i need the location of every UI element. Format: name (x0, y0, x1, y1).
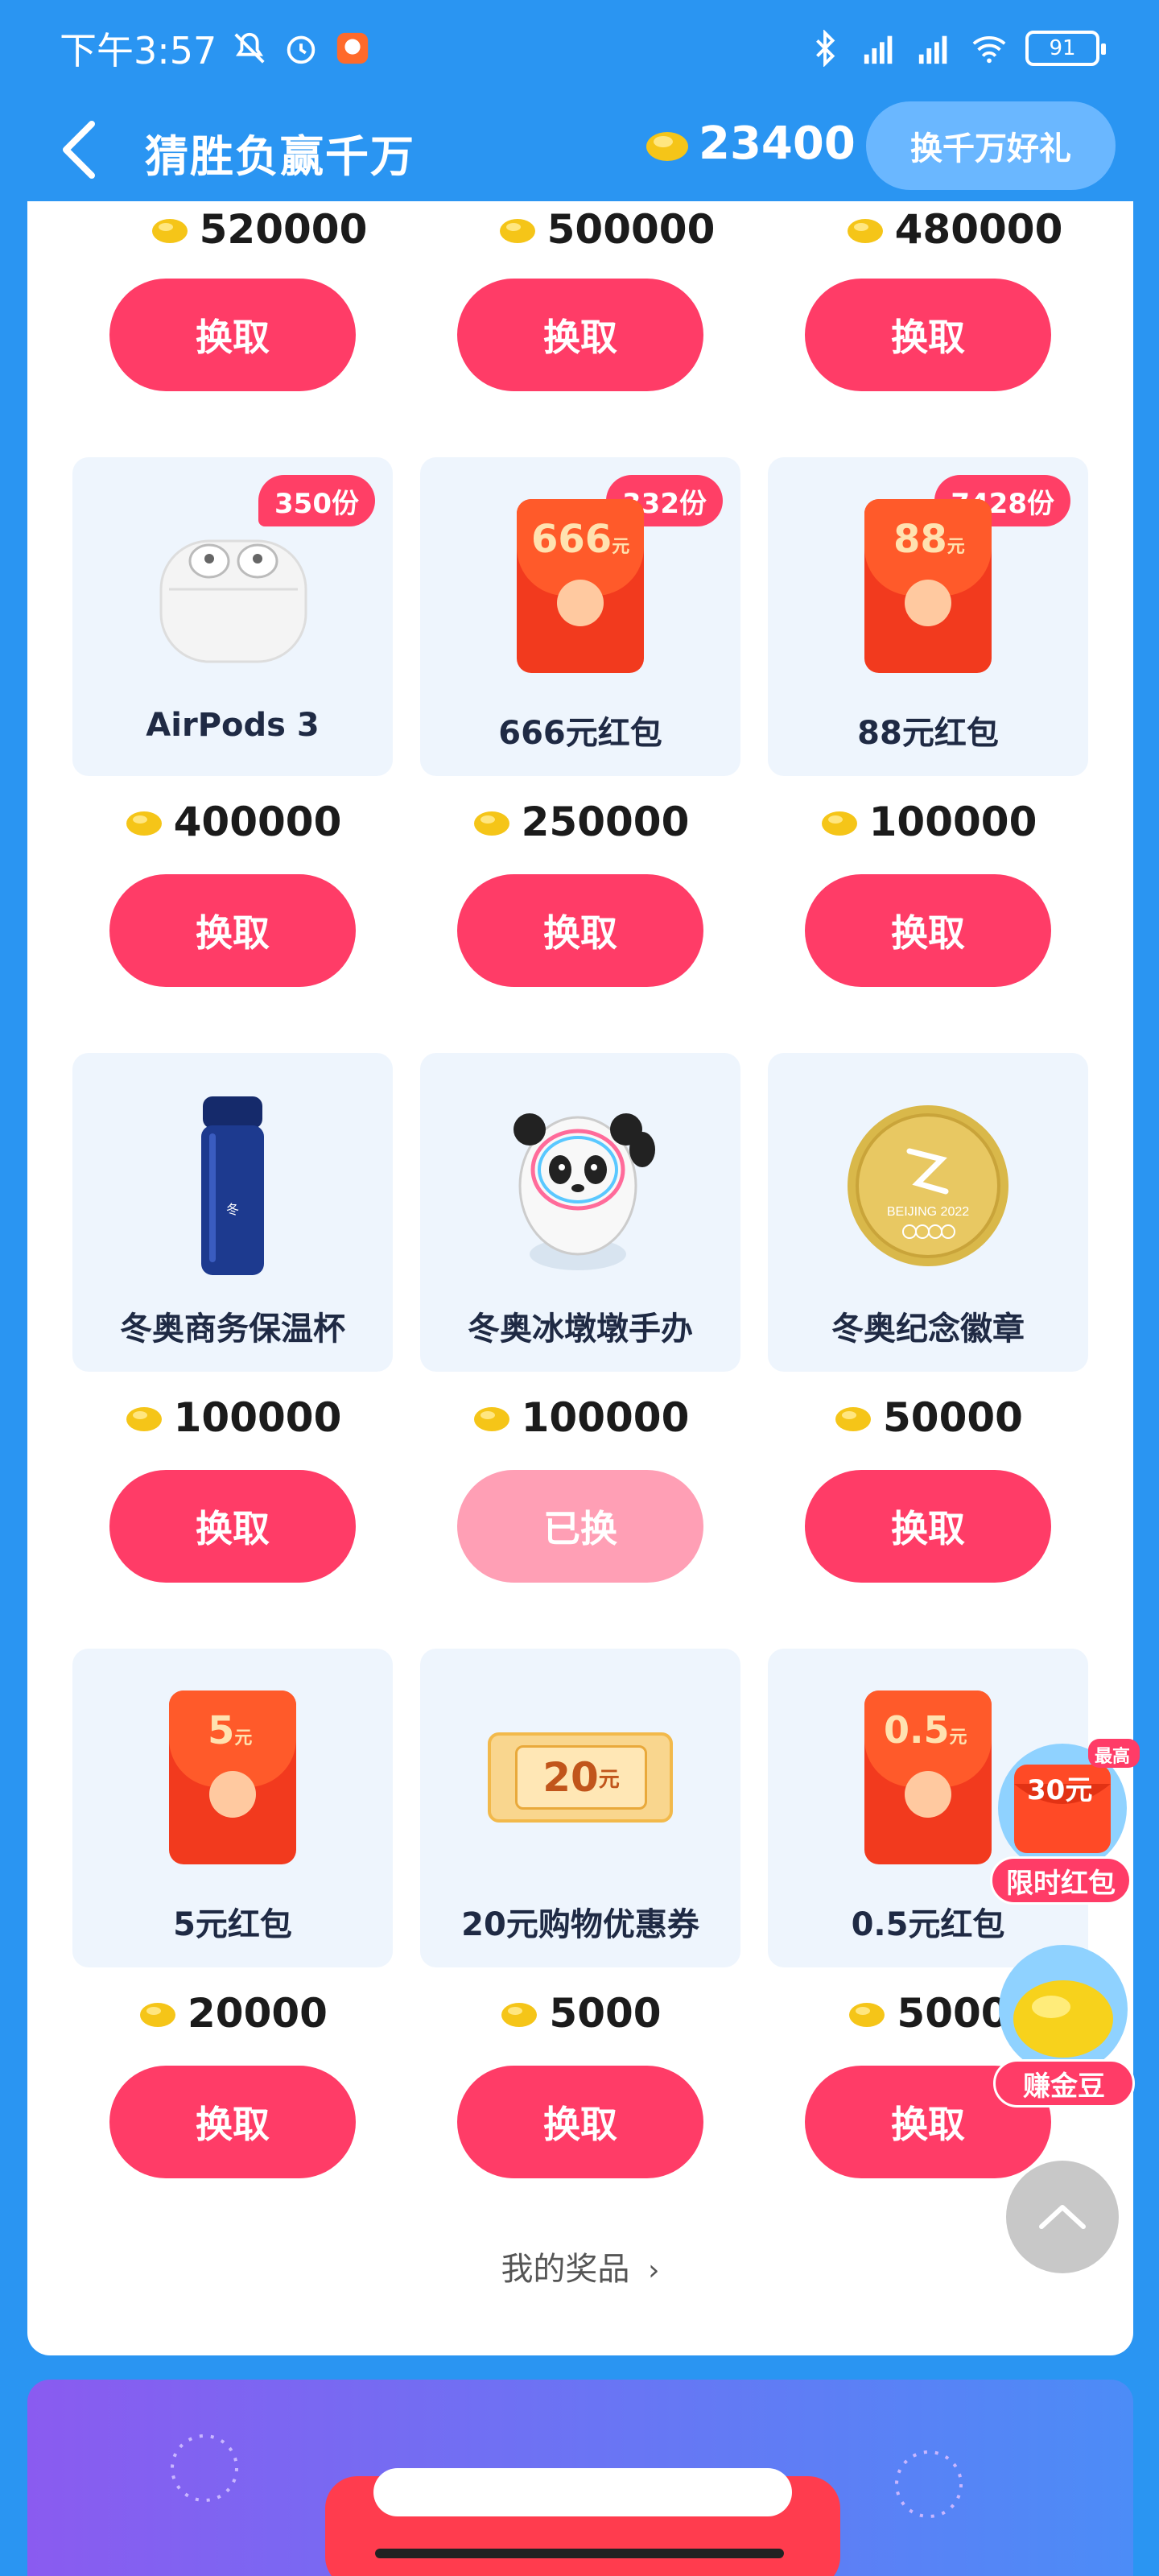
prize-price: 100000 (420, 1389, 740, 1446)
gold-bean-icon (151, 219, 188, 243)
bing-dwen-dwen-image (514, 1113, 655, 1270)
coupon-image: 20 元 (488, 1732, 673, 1823)
gold-bean-icon (835, 1407, 872, 1431)
prize-card-airpods[interactable]: 350份 AirPods 3 (72, 457, 393, 776)
gold-bean-icon (140, 2003, 176, 2027)
mute-bell-icon (234, 32, 265, 64)
bluetooth-icon (816, 30, 835, 67)
gold-bean-icon (473, 811, 509, 836)
prize-card-red-envelope-666[interactable]: 332份 666元 666元红包 (420, 457, 740, 776)
prize-name: 冬奥商务保温杯 (120, 1311, 345, 1348)
gold-bean-icon (501, 2003, 538, 2027)
prize-price: 520000 (98, 201, 419, 258)
banner-decoration (171, 2434, 963, 2576)
prize-name: AirPods 3 (146, 707, 320, 744)
exchange-button[interactable]: 换取 (109, 2066, 356, 2178)
exchange-button[interactable]: 换取 (457, 2066, 703, 2178)
prize-panel: 520000 500000 480000 换取 换取 换取 350份 AirPo… (27, 201, 1133, 2355)
exchange-button[interactable]: 换取 (109, 279, 356, 391)
prize-price: 20000 (72, 1985, 393, 2041)
status-bar: 下午3:57 91 (0, 0, 1159, 97)
wifi-icon (972, 36, 1006, 64)
app-notification-icon (337, 32, 369, 64)
page-title: 猜胜负赢千万 (145, 131, 415, 182)
earn-beans-label: 赚金豆 (993, 2059, 1135, 2107)
exchange-button[interactable]: 换取 (109, 874, 356, 987)
bottom-banner[interactable] (27, 2380, 1133, 2576)
prize-name: 冬奥冰墩墩手办 (468, 1311, 693, 1348)
airpods-image (159, 539, 307, 663)
earn-beans-float[interactable]: 赚金豆 (987, 1938, 1140, 2107)
gold-bean-icon (126, 811, 162, 836)
exchange-button[interactable]: 换取 (805, 1470, 1051, 1583)
prize-price: 400000 (72, 794, 393, 850)
limited-red-packet-label: 限时红包 (990, 1856, 1132, 1905)
prize-price: 100000 (72, 1389, 393, 1446)
thermos-cup-image: 冬 (201, 1096, 264, 1275)
my-prizes-link[interactable]: 我的奖品 › (27, 2243, 1133, 2289)
exchange-gifts-button[interactable]: 换千万好礼 (866, 101, 1116, 190)
scroll-to-top-button[interactable] (1006, 2161, 1119, 2273)
gold-bean-icon (849, 2003, 885, 2027)
status-time: 下午3:57 (60, 29, 217, 72)
prize-name: 88元红包 (857, 715, 999, 752)
header: 猜胜负赢千万 23400 换千万好礼 (0, 97, 1159, 201)
prize-price: 250000 (420, 794, 740, 850)
prize-card-red-envelope-5[interactable]: 5元 5元红包 (72, 1649, 393, 1967)
gold-bean-icon (473, 1407, 509, 1431)
signal-icon (864, 35, 893, 64)
svg-text:冬: 冬 (226, 1203, 239, 1217)
red-envelope-image: 0.5元 (864, 1690, 992, 1864)
red-envelope-image: 88元 (864, 499, 992, 673)
prize-card-red-envelope-88[interactable]: 7428份 88元 88元红包 (768, 457, 1088, 776)
prize-card-olympic-badge[interactable]: BEIJING 2022 冬奥纪念徽章 (768, 1053, 1088, 1372)
alarm-icon (287, 35, 316, 64)
limited-red-packet-float[interactable]: 最高 30元 限时红包 (984, 1736, 1141, 1913)
exchange-button[interactable]: 换取 (805, 874, 1051, 987)
exchange-button[interactable]: 换取 (805, 279, 1051, 391)
prize-name: 20元购物优惠券 (461, 1906, 699, 1943)
prize-card-shopping-coupon[interactable]: 20 元 20元购物优惠券 (420, 1649, 740, 1967)
gold-bean-icon (847, 219, 883, 243)
chevron-right-icon: › (648, 2254, 660, 2287)
prize-price: 500000 (446, 201, 766, 258)
red-envelope-image: 5元 (169, 1690, 296, 1864)
prize-price: 480000 (794, 201, 1114, 258)
exchange-button[interactable]: 换取 (109, 1470, 356, 1583)
prize-name: 666元红包 (498, 715, 662, 752)
prize-price: 50000 (768, 1389, 1088, 1446)
coin-balance: 23400 (644, 118, 856, 170)
prize-price: 5000 (420, 1985, 740, 2041)
exchange-button[interactable]: 换取 (457, 279, 703, 391)
battery-indicator: 91 (1025, 31, 1106, 66)
gold-bean-icon (646, 131, 688, 161)
gold-bean-bag-icon (999, 1945, 1128, 2074)
signal-icon-2 (918, 35, 947, 64)
back-arrow-icon[interactable] (56, 118, 105, 182)
gold-bean-icon (821, 811, 857, 836)
prize-name: 5元红包 (173, 1906, 292, 1943)
chevron-up-icon (1039, 2205, 1086, 2229)
prize-name: 冬奥纪念徽章 (831, 1311, 1025, 1348)
red-envelope-image: 666元 (517, 499, 644, 673)
svg-text:BEIJING 2022: BEIJING 2022 (887, 1205, 969, 1219)
olympic-medal-image: BEIJING 2022 (848, 1105, 1008, 1266)
exchange-button[interactable]: 换取 (457, 874, 703, 987)
navigation-handle (375, 2549, 784, 2558)
gold-bean-icon (126, 1407, 162, 1431)
exchanged-button[interactable]: 已换 (457, 1470, 703, 1583)
gold-bean-icon (499, 219, 535, 243)
prize-price: 100000 (768, 794, 1088, 850)
prize-card-bing-dwen-dwen[interactable]: 冬奥冰墩墩手办 (420, 1053, 740, 1372)
prize-card-thermos-cup[interactable]: 冬 冬奥商务保温杯 (72, 1053, 393, 1372)
